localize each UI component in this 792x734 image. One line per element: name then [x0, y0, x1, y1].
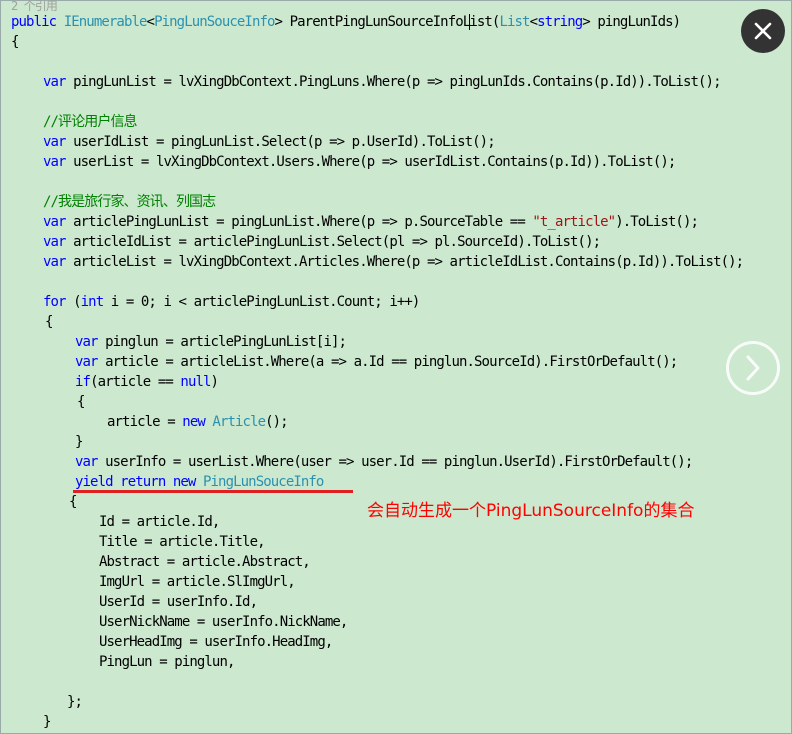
code-text: userIdList = pingLunList.Select(p => p.U…: [65, 134, 496, 150]
code-text: i = 0; i < articlePingLunList.Count; i++…: [103, 294, 421, 310]
close-button[interactable]: [741, 9, 785, 53]
keyword: null: [180, 374, 211, 390]
keyword: int: [80, 294, 104, 310]
code-line: {: [11, 34, 19, 50]
code-line: var pinglun = articlePingLunList[i];: [75, 332, 347, 352]
punct: (: [65, 294, 81, 310]
keyword: new: [182, 414, 205, 430]
punct: <: [529, 14, 538, 30]
code-text: pingLunList = lvXingDbContext.PingLuns.W…: [65, 74, 721, 90]
code-line: PingLun = pinglun,: [99, 654, 235, 670]
keyword: var: [43, 214, 66, 230]
code-comment: //我是旅行家、资讯、列国志: [43, 194, 216, 210]
code-text: ();: [265, 414, 288, 430]
keyword: var: [43, 234, 66, 250]
code-line: Title = article.Title,: [99, 534, 266, 550]
red-underline: [73, 490, 353, 493]
chevron-right-icon: [746, 355, 760, 381]
keyword: if: [75, 374, 91, 390]
type-name: Article: [212, 414, 266, 430]
code-line: var articlePingLunList = pingLunList.Whe…: [43, 212, 699, 232]
code-text: userList = lvXingDbContext.Users.Where(p…: [65, 154, 676, 170]
code-line: {: [77, 394, 85, 410]
method-name-rest: ist(: [469, 14, 500, 30]
keyword: string: [537, 14, 583, 30]
type-name: List: [499, 14, 530, 30]
code-text: articlePingLunList = pingLunList.Where(p…: [65, 214, 533, 230]
code-line: var userIdList = pingLunList.Select(p =>…: [43, 132, 496, 152]
keyword: var: [43, 74, 66, 90]
annotation-text: 会自动生成一个PingLunSourceInfo的集合: [367, 501, 695, 521]
code-line: {: [69, 494, 77, 510]
code-text: pinglun = articlePingLunList[i];: [97, 334, 347, 350]
punct: ): [210, 374, 219, 390]
code-line: article = new Article();: [107, 412, 289, 432]
code-line: var articleIdList = articlePingLunList.S…: [43, 232, 601, 252]
code-line: }: [75, 434, 83, 450]
code-line: var userInfo = userList.Where(user => us…: [75, 452, 693, 472]
code-line: {: [45, 314, 53, 330]
code-line: if(article == null): [75, 372, 219, 392]
code-line: UserNickName = userInfo.NickName,: [99, 614, 348, 630]
keyword: yield return new: [75, 474, 196, 490]
code-text: ).ToList();: [615, 214, 699, 230]
code-text: article = articleList.Where(a => a.Id ==…: [97, 354, 678, 370]
code-line: UserHeadImg = userInfo.HeadImg,: [99, 634, 333, 650]
keyword: var: [75, 354, 98, 370]
punct: >: [582, 14, 590, 30]
code-text: articleIdList = articlePingLunList.Selec…: [65, 234, 601, 250]
keyword: var: [43, 254, 66, 270]
code-text: userInfo = userList.Where(user => user.I…: [97, 454, 693, 470]
code-line: };: [67, 694, 83, 710]
code-line: Id = article.Id,: [99, 514, 220, 530]
code-line: ImgUrl = article.SlImgUrl,: [99, 574, 296, 590]
keyword: var: [75, 454, 98, 470]
keyword: var: [43, 154, 66, 170]
code-text: (article ==: [90, 374, 181, 390]
type-name: PingLunSouceInfo: [154, 14, 275, 30]
code-text: articleList = lvXingDbContext.Articles.W…: [65, 254, 744, 270]
punct: <: [146, 14, 155, 30]
keyword: var: [43, 134, 66, 150]
string-literal: "t_article": [532, 214, 616, 230]
code-line: UserId = userInfo.Id,: [99, 594, 258, 610]
code-line: var pingLunList = lvXingDbContext.PingLu…: [43, 72, 721, 92]
punct: >: [274, 14, 283, 30]
code-line: var articleList = lvXingDbContext.Articl…: [43, 252, 744, 272]
keyword: for: [43, 294, 66, 310]
code-line-method-signature: public IEnumerable<PingLunSouceInfo> Par…: [11, 12, 681, 32]
code-text: article =: [107, 414, 183, 430]
code-text: pingLunIds): [589, 14, 681, 30]
close-icon: [754, 22, 772, 40]
keyword: public: [11, 14, 57, 30]
code-comment: //评论用户信息: [43, 114, 138, 130]
code-viewer: 2 个引用 public IEnumerable<PingLunSouceInf…: [0, 0, 792, 734]
code-line-for-loop: for (int i = 0; i < articlePingLunList.C…: [43, 292, 421, 312]
code-line: var article = articleList.Where(a => a.I…: [75, 352, 678, 372]
type-name: PingLunSouceInfo: [203, 474, 324, 490]
next-button[interactable]: [726, 341, 780, 395]
code-line: }: [43, 714, 51, 730]
method-name: ParentPingLunSourceInfoL: [289, 14, 472, 30]
code-line: var userList = lvXingDbContext.Users.Whe…: [43, 152, 676, 172]
code-line: Abstract = article.Abstract,: [99, 554, 311, 570]
keyword: var: [75, 334, 98, 350]
code-line-yield-return: yield return new PingLunSouceInfo: [75, 472, 324, 492]
type-name: IEnumerable: [63, 14, 148, 30]
